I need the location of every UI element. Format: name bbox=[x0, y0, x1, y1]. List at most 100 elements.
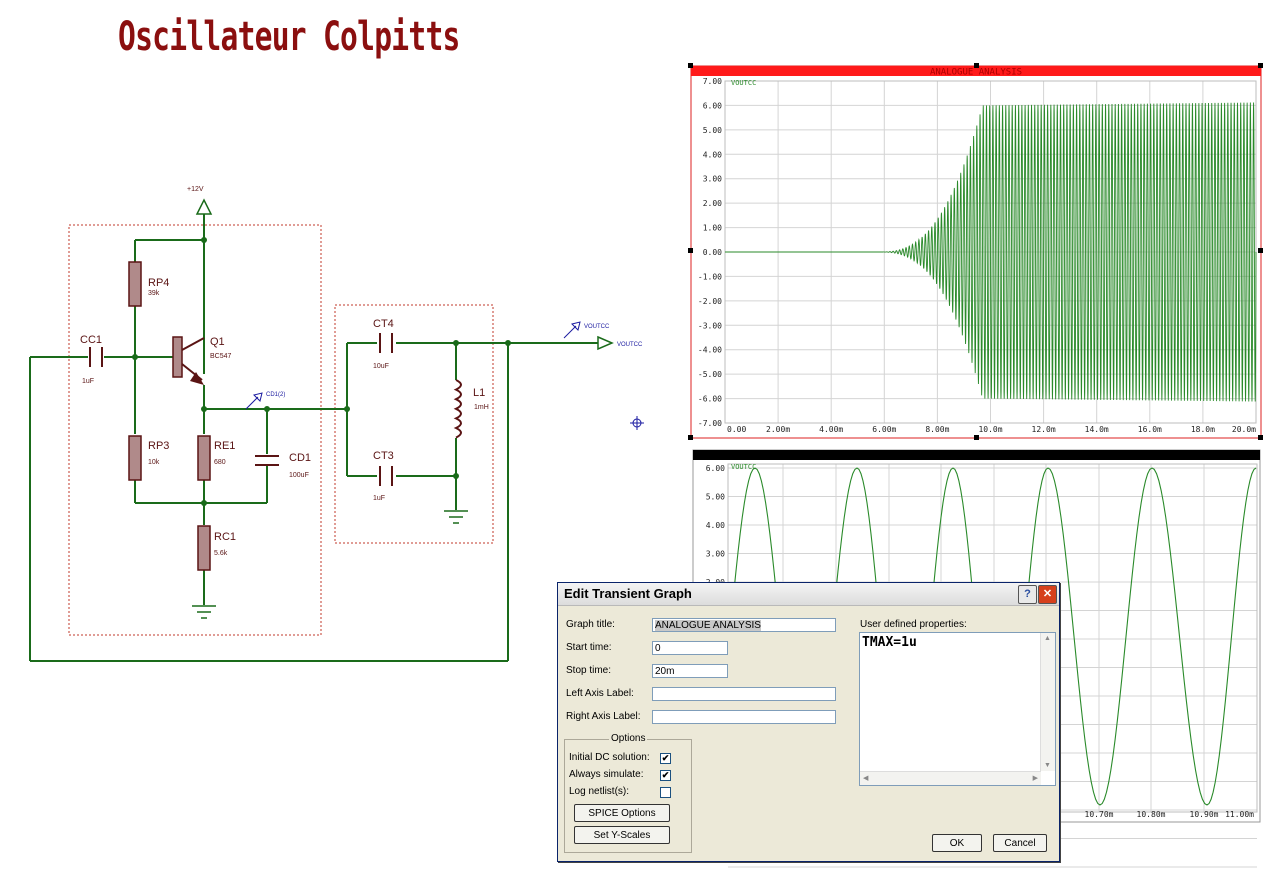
y-tick-label: 6.00 bbox=[703, 101, 722, 110]
component-value: 10k bbox=[148, 459, 160, 466]
wires bbox=[29, 214, 598, 662]
check-icon: ✔ bbox=[661, 753, 670, 763]
capacitor-cd1-icon[interactable] bbox=[255, 455, 279, 466]
x-tick-label: 0.00 bbox=[727, 425, 746, 434]
dialog-titlebar[interactable]: Edit Transient Graph ? ✕ bbox=[558, 583, 1059, 606]
scroll-right-icon[interactable]: ▶ bbox=[1033, 774, 1038, 782]
x-tick-label: 6.00m bbox=[872, 425, 896, 434]
schematic: +12V VOUTCC CD1(2) VOUTCC RP4 39k Q1 BC5… bbox=[29, 186, 644, 662]
options-legend: Options bbox=[609, 733, 648, 744]
y-tick-label: 3.00 bbox=[703, 175, 722, 184]
x-tick-label: 14.0m bbox=[1085, 425, 1109, 434]
user-props-value: TMAX=1u bbox=[862, 635, 917, 650]
y-tick-label: -7.00 bbox=[698, 419, 722, 428]
help-button[interactable]: ? bbox=[1018, 585, 1037, 604]
log-netlist-checkbox[interactable] bbox=[660, 787, 671, 798]
y-tick-label: 3.00 bbox=[706, 550, 725, 559]
always-simulate-checkbox[interactable]: ✔ bbox=[660, 770, 671, 781]
component-ref: CC1 bbox=[80, 334, 102, 346]
vertical-scrollbar[interactable]: ▲ ▼ bbox=[1040, 633, 1055, 771]
x-tick-label: 10.0m bbox=[978, 425, 1002, 434]
options-group: Options Initial DC solution: ✔ Always si… bbox=[564, 733, 692, 853]
cancel-button[interactable]: Cancel bbox=[993, 834, 1047, 852]
output-terminal-icon bbox=[597, 335, 614, 351]
capacitor-cc1-icon[interactable] bbox=[89, 347, 103, 367]
set-y-scales-button[interactable]: Set Y-Scales bbox=[574, 826, 670, 844]
x-tick-label: 10.70m bbox=[1085, 810, 1114, 819]
close-button[interactable]: ✕ bbox=[1038, 585, 1057, 604]
edit-transient-graph-dialog[interactable]: Edit Transient Graph ? ✕ Graph title: AN… bbox=[557, 582, 1060, 862]
transistor-q1-icon[interactable] bbox=[172, 336, 205, 385]
component-ref: RP4 bbox=[148, 277, 169, 289]
log-netlist-label: Log netlist(s): bbox=[569, 786, 630, 797]
origin-marker-icon bbox=[630, 416, 644, 430]
graph-top-trace-label: VOUTCC bbox=[731, 79, 756, 87]
x-tick-label: 18.0m bbox=[1191, 425, 1215, 434]
component-ref: RE1 bbox=[214, 440, 235, 452]
spice-options-button[interactable]: SPICE Options bbox=[574, 804, 670, 822]
component-value: 10uF bbox=[373, 363, 389, 370]
component-ref: Q1 bbox=[210, 336, 225, 348]
left-axis-input[interactable] bbox=[652, 687, 836, 701]
user-props-label: User defined properties: bbox=[860, 619, 967, 630]
y-tick-label: -2.00 bbox=[698, 297, 722, 306]
graph-bottom-titlebar[interactable] bbox=[693, 450, 1260, 460]
component-value: 1mH bbox=[474, 404, 489, 411]
left-axis-label: Left Axis Label: bbox=[566, 688, 634, 699]
component-value: 100uF bbox=[289, 472, 309, 479]
user-props-textarea[interactable]: TMAX=1u ▲ ▼ ◀ ▶ bbox=[859, 632, 1056, 786]
right-axis-label: Right Axis Label: bbox=[566, 711, 641, 722]
component-value: 1uF bbox=[373, 495, 385, 502]
component-ref: CD1 bbox=[289, 452, 311, 464]
component-value: BC547 bbox=[210, 353, 232, 360]
probe-voutcc-icon[interactable] bbox=[563, 321, 581, 339]
supply-label: +12V bbox=[187, 186, 204, 193]
graph-title-input[interactable]: ANALOGUE ANALYSIS bbox=[652, 618, 836, 632]
y-tick-label: -1.00 bbox=[698, 272, 722, 281]
resistor-rp4-icon[interactable] bbox=[128, 261, 142, 307]
component-ref: CT4 bbox=[373, 318, 394, 330]
resistor-rp3-icon[interactable] bbox=[128, 435, 142, 481]
resistors bbox=[128, 261, 211, 571]
horizontal-scrollbar[interactable]: ◀ ▶ bbox=[860, 771, 1041, 785]
stop-time-label: Stop time: bbox=[566, 665, 612, 676]
probe-cd1-label: CD1(2) bbox=[266, 392, 285, 398]
x-tick-label: 4.00m bbox=[819, 425, 843, 434]
x-tick-label: 16.0m bbox=[1138, 425, 1162, 434]
tank-frame bbox=[334, 304, 494, 544]
y-tick-label: 4.00 bbox=[706, 521, 725, 530]
start-time-input[interactable]: 0 bbox=[652, 641, 728, 655]
component-ref: RP3 bbox=[148, 440, 169, 452]
check-icon: ✔ bbox=[661, 770, 670, 780]
component-ref: L1 bbox=[473, 387, 485, 399]
component-ref: CT3 bbox=[373, 450, 394, 462]
x-tick-label: 10.80m bbox=[1137, 810, 1166, 819]
graph-top[interactable]: ANALOGUE ANALYSIS 7.00 6.00 5.00 4.00 3.00 2.… bbox=[688, 63, 1263, 440]
right-axis-input[interactable] bbox=[652, 710, 836, 724]
component-value: 39k bbox=[148, 290, 160, 297]
component-ref: RC1 bbox=[214, 531, 236, 543]
ground-icon bbox=[444, 510, 468, 524]
y-tick-label: -6.00 bbox=[698, 395, 722, 404]
y-tick-label: 5.00 bbox=[703, 126, 722, 135]
y-tick-label: 1.00 bbox=[703, 224, 722, 233]
probe-cd1-icon[interactable] bbox=[245, 392, 263, 410]
stop-time-input[interactable]: 20m bbox=[652, 664, 728, 678]
resistor-re1-icon[interactable] bbox=[197, 435, 211, 481]
ok-button[interactable]: OK bbox=[932, 834, 982, 852]
y-tick-label: 6.00 bbox=[706, 464, 725, 473]
capacitor-ct3-icon[interactable] bbox=[379, 466, 393, 486]
y-tick-label: 5.00 bbox=[706, 493, 725, 502]
scroll-up-icon[interactable]: ▲ bbox=[1044, 635, 1051, 642]
scroll-down-icon[interactable]: ▼ bbox=[1044, 762, 1051, 769]
initial-dc-checkbox[interactable]: ✔ bbox=[660, 753, 671, 764]
resistor-rc1-icon[interactable] bbox=[197, 525, 211, 571]
scroll-left-icon[interactable]: ◀ bbox=[863, 774, 868, 782]
inductor-l1-icon[interactable] bbox=[453, 379, 462, 439]
capacitor-ct4-icon[interactable] bbox=[379, 333, 393, 353]
start-time-label: Start time: bbox=[566, 642, 612, 653]
graph-title-label: Graph title: bbox=[566, 619, 615, 630]
y-tick-label: 0.00 bbox=[703, 248, 722, 257]
initial-dc-label: Initial DC solution: bbox=[569, 752, 650, 763]
dialog-title: Edit Transient Graph bbox=[564, 586, 692, 601]
